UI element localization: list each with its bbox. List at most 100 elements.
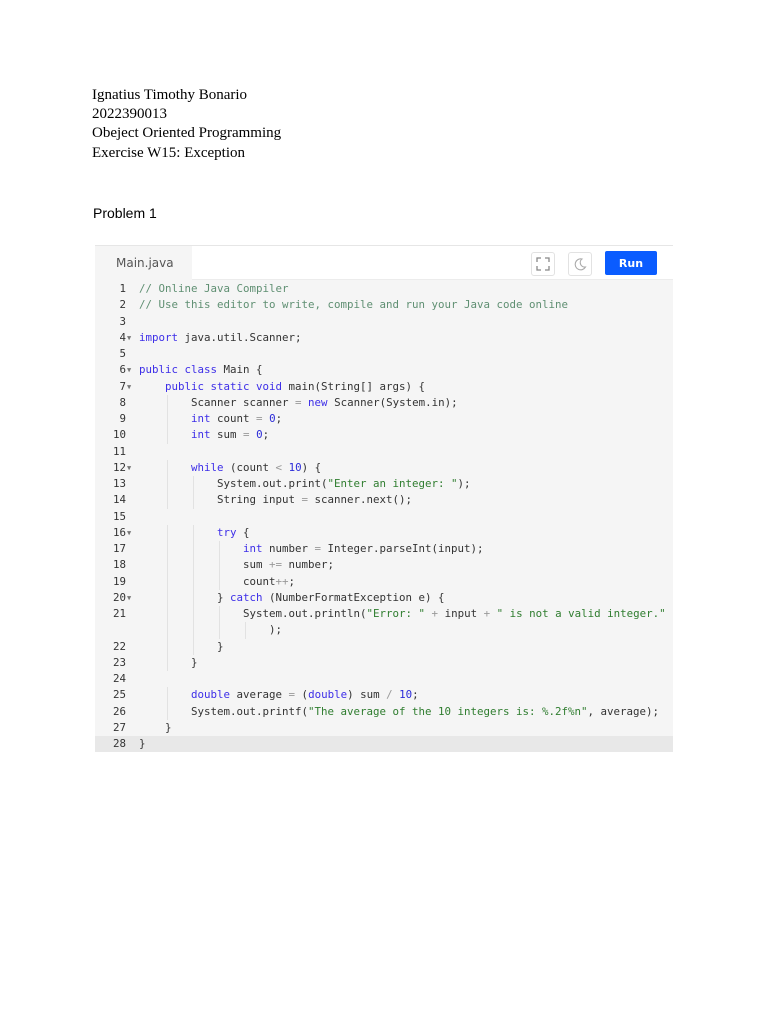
code-area[interactable]: 1 // Online Java Compiler 2 // Use this edi… — [95, 281, 673, 753]
editor-toolbar: Main.java Run — [95, 246, 673, 281]
code-text: System.out.print("Enter an integer: "); — [217, 476, 471, 492]
code-text: // Use this editor to write, compile and… — [139, 297, 568, 313]
line-number: 22 — [112, 639, 126, 653]
indent-guide — [193, 557, 194, 574]
code-token-plain: } — [139, 737, 146, 750]
fullscreen-icon — [536, 257, 550, 271]
code-line: 13 System.out.print("Enter an integer: ")… — [95, 476, 673, 493]
indent-guide — [193, 622, 194, 639]
code-token-comment: // Use this editor to write, compile and… — [139, 298, 569, 312]
code-token-kw: new — [308, 395, 328, 409]
line-number: 2 — [119, 298, 126, 312]
code-token-plain: ); — [457, 477, 471, 490]
code-token-plain: count — [210, 412, 257, 425]
line-number: 27 — [112, 720, 126, 734]
indent-guide — [167, 606, 168, 623]
code-line: 10 int sum = 0; — [95, 427, 673, 444]
indent-guide — [167, 557, 168, 574]
code-token-plain: System.out.print( — [217, 477, 328, 490]
code-token-str: "Error: " — [366, 607, 426, 620]
fold-arrow-icon[interactable]: ▼ — [127, 590, 131, 606]
indent-guide — [167, 654, 168, 671]
line-number: 18 — [112, 558, 126, 572]
indent-guide — [167, 589, 168, 606]
code-token-plain: ; — [275, 412, 283, 425]
code-editor-screenshot: Main.java Run 1 // Online Java Compiler 2 /… — [95, 245, 673, 753]
line-number: 7 — [119, 379, 126, 393]
code-text: while (count < 10) { — [191, 460, 321, 476]
code-line: 21 System.out.println("Error: " + input +… — [95, 606, 673, 623]
code-token-kw: int — [191, 428, 211, 442]
code-line: 15 — [95, 509, 673, 525]
line-number: 25 — [112, 688, 126, 702]
code-token-kw: catch — [230, 590, 263, 604]
run-button[interactable]: Run — [605, 251, 657, 275]
indent-guide — [167, 541, 168, 558]
code-token-comment: // Online Java Compiler — [139, 282, 289, 295]
indent-guide — [219, 557, 220, 574]
fold-arrow-icon[interactable]: ▼ — [127, 460, 131, 476]
line-number: 4 — [119, 330, 126, 344]
code-text: try { — [217, 525, 250, 541]
indent-guide — [193, 589, 194, 606]
indent-guide — [167, 427, 168, 444]
code-line: 22} — [95, 638, 673, 655]
code-token-plain: Scanner(System.in); — [327, 395, 458, 409]
fullscreen-button[interactable] — [531, 252, 555, 276]
code-token-plain: Integer.parseInt(input); — [321, 542, 484, 555]
code-text: public static void main(String[] args) { — [165, 379, 425, 395]
code-line: 24 — [95, 671, 673, 687]
code-token-op: ++ — [275, 574, 289, 588]
code-token-plain: Main { — [217, 363, 263, 377]
indent-guide — [219, 541, 220, 558]
line-number: 11 — [112, 444, 126, 458]
code-token-plain: java.util.Scanner; — [178, 330, 302, 344]
student-id: 2022390013 — [92, 106, 167, 122]
code-token-kw: import — [139, 330, 179, 344]
code-token-plain: { — [236, 525, 250, 539]
fold-arrow-icon[interactable]: ▼ — [127, 330, 131, 346]
dark-mode-button[interactable] — [568, 252, 592, 276]
code-token-plain: Scanner scanner — [191, 395, 296, 409]
indent-guide — [193, 606, 194, 623]
code-line: 26 System.out.printf("The average of the … — [95, 703, 673, 720]
code-token-plain: average — [230, 688, 289, 702]
line-number: 8 — [119, 395, 126, 409]
line-number: 19 — [112, 574, 126, 588]
code-line: 1 // Online Java Compiler — [95, 281, 673, 297]
code-text: double average = (double) sum / 10; — [191, 687, 419, 703]
indent-guide — [167, 622, 168, 639]
line-number: 10 — [112, 428, 126, 442]
document-page: Ignatius Timothy Bonario 2022390013 Obej… — [0, 0, 768, 1024]
code-token-kw: try — [217, 525, 237, 539]
indent-guide — [167, 459, 168, 476]
code-text: // Online Java Compiler — [139, 281, 289, 297]
code-token-plain: ( — [295, 688, 309, 702]
indent-guide — [193, 638, 194, 655]
tab-main-java[interactable]: Main.java — [116, 256, 174, 270]
fold-arrow-icon[interactable]: ▼ — [127, 379, 131, 395]
code-text: int sum = 0; — [191, 427, 269, 443]
indent-guide — [193, 541, 194, 558]
code-line: 23} — [95, 654, 673, 671]
code-line: 9 int count = 0; — [95, 411, 673, 428]
code-token-plain: number; — [282, 558, 335, 572]
code-line: 17 int number = Integer.parseInt(input); — [95, 541, 673, 558]
code-token-plain: sum — [210, 428, 244, 442]
code-line: 16 ▼ try { — [95, 524, 673, 541]
code-text: sum += number; — [243, 557, 334, 573]
code-line: 19 count++; — [95, 573, 673, 590]
indent-guide — [167, 394, 168, 411]
code-token-plain: ; — [262, 428, 270, 442]
fold-arrow-icon[interactable]: ▼ — [127, 362, 131, 378]
line-number: 24 — [112, 672, 126, 685]
indent-guide — [245, 622, 246, 639]
indent-guide — [219, 622, 220, 639]
code-token-plain: sum — [243, 558, 270, 572]
fold-arrow-icon[interactable]: ▼ — [127, 525, 131, 541]
code-token-kw: int — [191, 412, 211, 425]
code-line: 6 ▼ public class Main { — [95, 362, 673, 378]
code-token-str: " is not a valid integer." — [496, 607, 666, 620]
code-line: 3 — [95, 314, 673, 330]
line-number: 5 — [119, 347, 126, 360]
